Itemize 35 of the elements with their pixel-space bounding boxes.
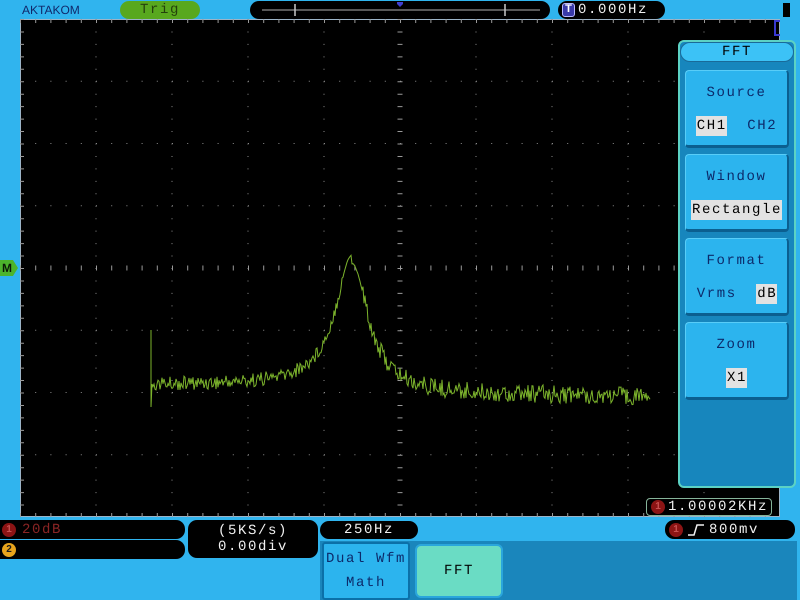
- channel-scale: 20dB: [22, 522, 62, 538]
- menu-option: CH2: [746, 116, 778, 136]
- menu-option: Vrms: [696, 284, 737, 304]
- channel-badge: 1: [669, 522, 683, 536]
- menu-label: Zoom: [716, 336, 756, 354]
- menu-button[interactable]: Window Rectangle: [685, 154, 789, 232]
- trigger-level-marker-icon: [773, 20, 781, 36]
- trigger-status: Trig: [120, 0, 200, 18]
- menu-title: FFT: [680, 42, 794, 62]
- frequency-counter-value: 1.00002KHz: [668, 499, 768, 515]
- brand-name: AKTAKOM: [22, 2, 81, 16]
- menu-label: Window: [706, 168, 766, 186]
- menu-option: CH1: [696, 116, 727, 136]
- indicator-block: [783, 2, 790, 16]
- rising-edge-icon: [687, 522, 705, 536]
- trigger-voltage: 800mv: [709, 522, 760, 538]
- menu-label: Format: [706, 252, 766, 270]
- trigger-badge: T: [562, 2, 575, 16]
- menu-label: Source: [706, 84, 766, 102]
- menu-button[interactable]: Zoom X1: [685, 322, 789, 400]
- menu-button[interactable]: Format Vrms dB: [685, 238, 789, 316]
- menu-option: dB: [756, 284, 778, 304]
- menu-option: Rectangle: [690, 200, 782, 220]
- channel-badge: 2: [2, 542, 16, 556]
- frequency-scale-readout: 250Hz: [320, 520, 418, 538]
- math-marker: M: [0, 260, 18, 276]
- soft-menu-button[interactable]: Dual Wfm Math: [322, 542, 410, 600]
- sample-rate: (5KS/s): [218, 523, 288, 539]
- channel-badge: 1: [650, 500, 665, 514]
- horizontal-offset: 0.00div: [218, 539, 288, 555]
- trigger-frequency-value: 0.000Hz: [578, 2, 648, 18]
- soft-menu-button[interactable]: FFT: [415, 544, 503, 598]
- menu-option: X1: [726, 368, 747, 388]
- channel-badge: 1: [2, 522, 16, 536]
- menu-button[interactable]: Source CH1 CH2: [685, 70, 789, 148]
